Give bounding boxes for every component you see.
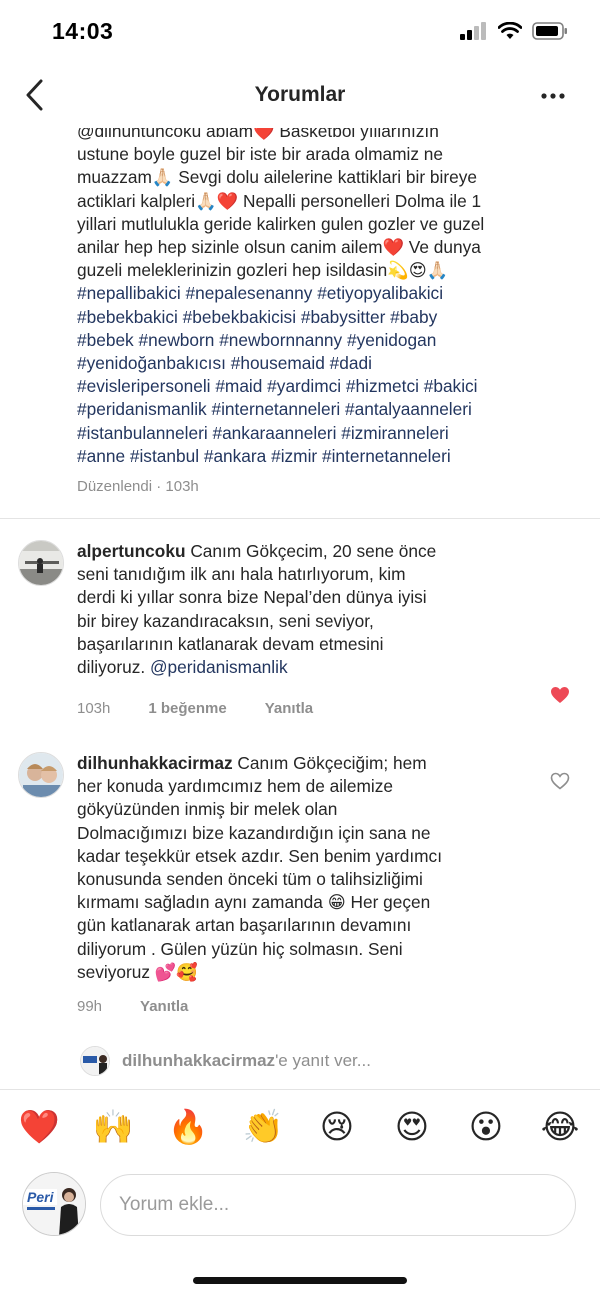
emoji-heart-button[interactable]: ❤️	[18, 1106, 60, 1148]
emoji-raised-hands-button[interactable]: 🙌	[92, 1106, 134, 1148]
signal-icon	[460, 22, 486, 40]
hashtag-line[interactable]: #yenidoğanbakıcısı #housemaid #dadi	[77, 352, 582, 375]
emoji-fire-button[interactable]: 🔥	[167, 1106, 209, 1148]
avatar[interactable]	[18, 752, 64, 798]
comment-text: diliyoruz.	[77, 657, 150, 678]
caption-line: yillari mutlulukla geride kalirken gulen…	[77, 213, 485, 234]
caption-line: ustune boyle guzel bir iste bir arada ol…	[77, 144, 443, 165]
comment-meta: 103h 1 beğenme Yanıtla	[77, 700, 313, 717]
divider	[0, 518, 600, 519]
status-icons	[460, 22, 568, 40]
comment-text: seviyoruz 💕🥰	[77, 961, 198, 982]
comment-body: alpertuncoku Canım Gökçecim, 20 sene önc…	[77, 540, 527, 679]
caption-meta: Düzenlendi · 103h	[77, 478, 199, 495]
hashtag-line[interactable]: #bebekbakici #bebekbakicisi #babysitter …	[77, 306, 582, 329]
caption-line: guzeli meleklerinizin gozleri hep isilda…	[77, 260, 449, 281]
caption-line: muazzam🙏🏻 Sevgi dolu ailelerine kattikla…	[77, 167, 477, 188]
nav-bar: Yorumlar	[0, 64, 600, 128]
comment-input[interactable]	[100, 1174, 576, 1236]
post-caption: @dilhuntuncoku ablam❤️ Basketbol yılları…	[77, 128, 582, 468]
avatar-photo-icon	[19, 753, 63, 797]
caption-line: anilar hep hep sizinle olsun canim ailem…	[77, 237, 481, 258]
reply-prompt-text: dilhunhakkacirmaz'e yanıt ver...	[122, 1051, 371, 1071]
comment-text: başarılarının katlanarak devam etmesini	[77, 633, 384, 654]
wifi-icon	[498, 22, 522, 39]
comment-time: 99h	[77, 998, 103, 1015]
caption-line: @dilhuntuncoku ablam❤️ Basketbol yılları…	[77, 128, 439, 141]
hashtag-line[interactable]: #bebek #newborn #newbornnanny #yenidogan	[77, 329, 582, 352]
reply-button[interactable]: Yanıtla	[265, 700, 313, 717]
avatar-photo-icon	[81, 1047, 109, 1075]
avatar-photo-icon	[19, 541, 63, 585]
home-indicator	[193, 1277, 407, 1284]
profile-photo-icon: Peri	[23, 1173, 85, 1235]
reply-suffix: 'e yanıt ver...	[275, 1051, 371, 1070]
more-horizontal-icon[interactable]	[540, 86, 566, 106]
emoji-surprised-button[interactable]: 😮	[465, 1106, 507, 1148]
avatar[interactable]	[18, 540, 64, 586]
reply-prompt[interactable]: dilhunhakkacirmaz'e yanıt ver...	[80, 1046, 371, 1076]
comment-text: Canım Gökçeciğim; hem	[232, 753, 427, 773]
status-time: 14:03	[52, 18, 114, 44]
comment-text: Canım Gökçecim, 20 sene önce	[185, 541, 437, 561]
comment-composer: Peri	[0, 1172, 600, 1238]
heart-filled-icon[interactable]	[550, 686, 570, 704]
comment-time: 103h	[77, 700, 111, 717]
comment-meta: 99h Yanıtla	[77, 998, 188, 1015]
avatar-logo-text: Peri	[27, 1189, 55, 1205]
comment-text: diliyorum . Gülen yüzün hiç solmasın. Se…	[77, 938, 403, 959]
comment-text: her konuda yardımcımız hem de ailemize	[77, 776, 393, 797]
comment-username[interactable]: dilhunhakkacirmaz	[77, 753, 233, 773]
hashtag-line[interactable]: #evisleripersoneli #maid #yardimci #hizm…	[77, 375, 582, 398]
comment-text: kırmamı sağladın aynı zamanda 😁 Her geçe…	[77, 892, 431, 913]
divider	[0, 1089, 600, 1090]
comments-list[interactable]: @dilhuntuncoku ablam❤️ Basketbol yılları…	[0, 128, 600, 1090]
comment-username[interactable]: alpertuncoku	[77, 541, 186, 561]
battery-icon	[532, 22, 567, 40]
comment-text: kadar teşekkür etsek azdır. Sen benim ya…	[77, 845, 442, 866]
comment-text: derdi ki yıllar sonra bize Nepal’den dün…	[77, 587, 427, 608]
heart-outline-icon[interactable]	[550, 772, 570, 790]
emoji-crying-button[interactable]: 😢	[316, 1106, 358, 1148]
comment-text: gökyüzünden inmiş bir melek olan	[77, 799, 338, 820]
hashtag-line[interactable]: #peridanismanlik #internetanneleri #anta…	[77, 398, 582, 421]
avatar	[80, 1046, 110, 1076]
caption-line: actiklari kalpleri🙏🏻❤️ Nepalli personell…	[77, 190, 482, 211]
comment-text: Dolmacığımızı bize kazandırdığın için sa…	[77, 822, 431, 843]
reply-username: dilhunhakkacirmaz	[122, 1051, 276, 1070]
emoji-clap-button[interactable]: 👏	[242, 1106, 284, 1148]
emoji-laughing-button[interactable]: 😂	[539, 1106, 581, 1148]
comment-text: bir birey kazandıracaksın, seni seviyor,	[77, 610, 374, 631]
avatar: Peri	[22, 1172, 86, 1236]
comment-text: gün katlanarak artan başarılarının devam…	[77, 915, 412, 936]
comment-text: konusunda senden önceki tüm o talihsizli…	[77, 869, 423, 890]
hashtag-line[interactable]: #anne #istanbul #ankara #izmir #internet…	[77, 445, 582, 468]
comment-text: seni tanıdığım ilk anı hala hatırlıyorum…	[77, 564, 406, 585]
emoji-heart-eyes-button[interactable]: 😍	[391, 1106, 433, 1148]
status-bar: 14:03	[0, 0, 600, 64]
page-title: Yorumlar	[254, 83, 346, 106]
likes-count[interactable]: 1 beğenme	[148, 700, 226, 717]
emoji-quick-bar: ❤️ 🙌 🔥 👏 😢 😍 😮 😂	[0, 1106, 600, 1152]
comment-body: dilhunhakkacirmaz Canım Gökçeciğim; hem …	[77, 752, 527, 984]
hashtag-line[interactable]: #istanbulanneleri #ankaraanneleri #izmir…	[77, 422, 582, 445]
hashtag-line[interactable]: #nepallibakici #nepalesenanny #etiyopyal…	[77, 282, 582, 305]
reply-button[interactable]: Yanıtla	[140, 998, 188, 1015]
mention-link[interactable]: @peridanismanlik	[150, 657, 288, 677]
